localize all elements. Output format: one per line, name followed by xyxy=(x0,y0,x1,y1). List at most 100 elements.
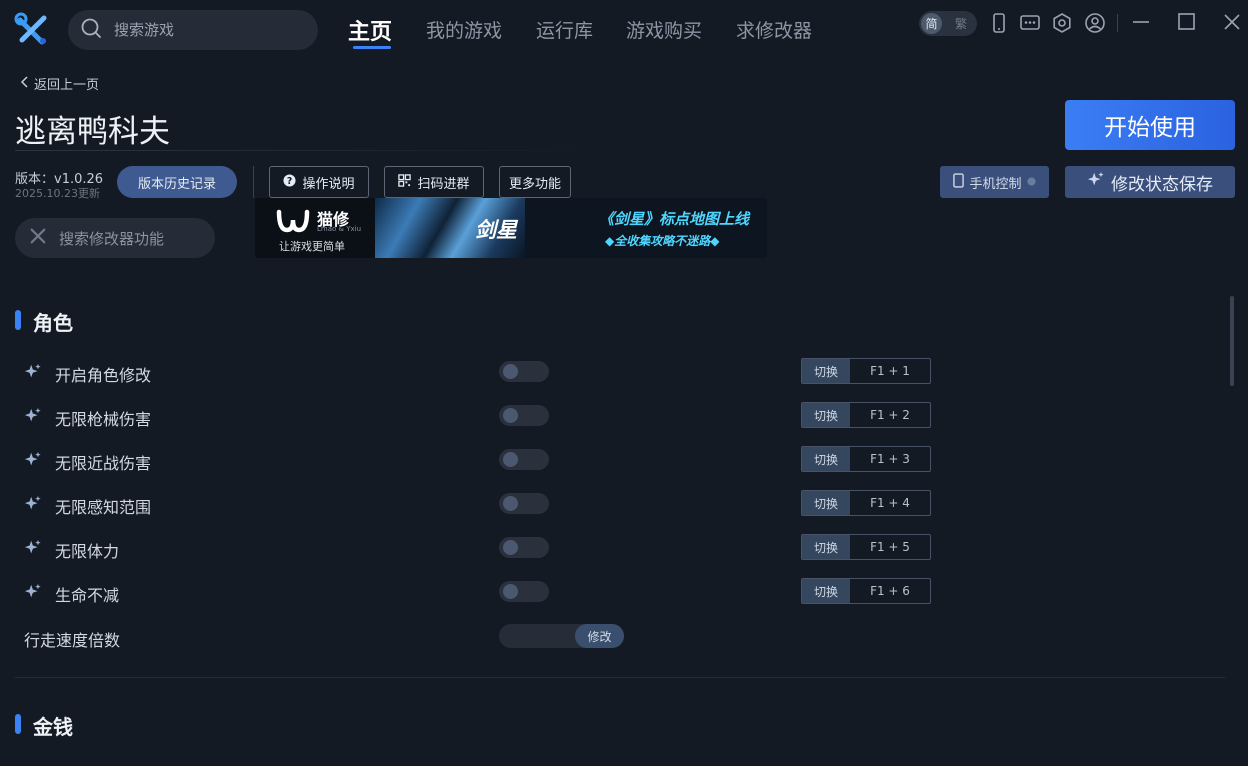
qr-group-label: 扫码进群 xyxy=(417,176,470,192)
cheat-label: 生命不减 xyxy=(55,586,120,605)
phone-control-label: 手机控制 xyxy=(969,176,1022,192)
cheat-toggle[interactable] xyxy=(499,493,549,514)
cheat-toggle[interactable] xyxy=(499,405,549,426)
toolbar-separator xyxy=(1117,14,1118,32)
header-separator xyxy=(253,166,254,198)
guide-button[interactable]: ? 操作说明 xyxy=(269,166,369,198)
hotkey-group: 切换 F1 + 3 xyxy=(801,446,931,472)
cheat-row: 生命不减 切换 F1 + 6 xyxy=(24,578,934,606)
sparkle-icon xyxy=(24,363,42,381)
sparkle-icon xyxy=(24,583,42,601)
sparkle-icon xyxy=(24,495,42,513)
back-label: 返回上一页 xyxy=(34,78,100,93)
active-tab-indicator xyxy=(353,46,391,49)
toggle-knob xyxy=(503,540,518,555)
hotkey-value[interactable]: F1 + 2 xyxy=(850,403,930,427)
scrollbar[interactable] xyxy=(1230,296,1234,386)
sparkle-icon xyxy=(1087,171,1105,194)
hotkey-switch-button[interactable]: 切换 xyxy=(802,359,850,383)
tab-my-games[interactable]: 我的游戏 xyxy=(426,16,502,43)
language-toggle[interactable]: 简 繁 xyxy=(919,11,977,36)
ad-game-logo: 剑星 xyxy=(475,218,517,242)
cheat-row: 无限感知范围 切换 F1 + 4 xyxy=(24,490,934,518)
cheat-row: 开启角色修改 切换 F1 + 1 xyxy=(24,358,934,386)
hotkey-value[interactable]: F1 + 3 xyxy=(850,447,930,471)
lang-traditional[interactable]: 繁 xyxy=(955,15,967,32)
cheat-label: 无限体力 xyxy=(55,542,120,561)
toggle-knob xyxy=(503,496,518,511)
chevron-left-icon xyxy=(20,75,30,93)
toggle-knob xyxy=(503,452,518,467)
phone-control-button[interactable]: 手机控制 xyxy=(940,166,1049,198)
trainer-search-placeholder[interactable]: 搜索修改器功能 xyxy=(59,228,164,249)
ad-brand-sub: Lmao & Yxiu xyxy=(317,225,361,233)
hotkey-switch-button[interactable]: 切换 xyxy=(802,403,850,427)
search-icon xyxy=(80,17,102,43)
cheat-label: 无限感知范围 xyxy=(55,498,152,517)
minimize-icon[interactable] xyxy=(1130,12,1152,34)
user-icon[interactable] xyxy=(1084,12,1106,34)
ad-banner[interactable]: 猫修 Lmao & Yxiu 让游戏更简单 剑星 《剑星》标点地图上线 ◆全收集… xyxy=(255,198,767,258)
toggle-knob xyxy=(503,364,518,379)
game-search[interactable] xyxy=(68,10,318,50)
lang-simplified[interactable]: 简 xyxy=(921,13,942,34)
hotkey-switch-button[interactable]: 切换 xyxy=(802,579,850,603)
hotkey-value[interactable]: F1 + 4 xyxy=(850,491,930,515)
cheat-label: 无限近战伤害 xyxy=(55,454,152,473)
update-date: 2025.10.23更新 xyxy=(15,187,100,200)
cheat-label: 无限枪械伤害 xyxy=(55,410,152,429)
cheat-toggle[interactable] xyxy=(499,361,549,382)
qr-group-button[interactable]: 扫码进群 xyxy=(384,166,484,198)
settings-icon[interactable] xyxy=(1051,12,1073,34)
game-title: 逃离鸭科夫 xyxy=(15,114,170,150)
app-logo xyxy=(14,12,50,48)
section-divider xyxy=(15,677,1225,678)
hotkey-value[interactable]: F1 + 1 xyxy=(850,359,930,383)
sparkle-icon xyxy=(24,407,42,425)
version-history-button[interactable]: 版本历史记录 xyxy=(117,166,237,198)
start-button[interactable]: 开始使用 xyxy=(1065,100,1235,150)
toggle-knob xyxy=(503,408,518,423)
maximize-icon[interactable] xyxy=(1175,12,1197,34)
hotkey-value[interactable]: F1 + 6 xyxy=(850,579,930,603)
help-icon: ? xyxy=(283,173,297,191)
chat-icon[interactable] xyxy=(1019,12,1041,34)
ad-subline: ◆全收集攻略不迷路◆ xyxy=(605,234,720,248)
cheat-toggle[interactable] xyxy=(499,537,549,558)
section-title-money: 金钱 xyxy=(33,715,73,739)
trainer-search[interactable]: 搜索修改器功能 xyxy=(15,218,215,258)
tab-request-trainer[interactable]: 求修改器 xyxy=(736,16,812,43)
tab-home[interactable]: 主页 xyxy=(348,14,392,46)
hotkey-group: 切换 F1 + 1 xyxy=(801,358,931,384)
sparkle-icon xyxy=(24,451,42,469)
save-state-button[interactable]: 修改状态保存 xyxy=(1065,166,1235,198)
close-icon[interactable] xyxy=(1221,12,1243,34)
phone-icon[interactable] xyxy=(988,12,1010,34)
cheat-label: 开启角色修改 xyxy=(55,366,152,385)
section-accent xyxy=(15,714,21,734)
hotkey-value[interactable]: F1 + 5 xyxy=(850,535,930,559)
cheat-toggle[interactable] xyxy=(499,581,549,602)
wrench-icon xyxy=(29,227,47,249)
cheat-row: 无限体力 切换 F1 + 5 xyxy=(24,534,934,562)
section-title-character: 角色 xyxy=(33,311,73,335)
hotkey-group: 切换 F1 + 6 xyxy=(801,578,931,604)
hotkey-group: 切换 F1 + 4 xyxy=(801,490,931,516)
guide-label: 操作说明 xyxy=(302,176,355,192)
tab-game-purchase[interactable]: 游戏购买 xyxy=(626,16,702,43)
tab-runtime-library[interactable]: 运行库 xyxy=(536,16,593,43)
search-input[interactable] xyxy=(114,21,294,39)
hotkey-switch-button[interactable]: 切换 xyxy=(802,491,850,515)
hotkey-switch-button[interactable]: 切换 xyxy=(802,447,850,471)
qr-code-icon xyxy=(398,173,412,191)
more-features-button[interactable]: 更多功能 xyxy=(499,166,571,198)
hotkey-switch-button[interactable]: 切换 xyxy=(802,535,850,559)
svg-text:?: ? xyxy=(287,175,292,186)
mobile-icon xyxy=(953,172,965,192)
hotkey-group: 切换 F1 + 2 xyxy=(801,402,931,428)
section-accent xyxy=(15,310,21,330)
cheat-row: 无限枪械伤害 切换 F1 + 2 xyxy=(24,402,934,430)
walk-speed-apply-button[interactable]: 修改 xyxy=(575,624,624,648)
cheat-toggle[interactable] xyxy=(499,449,549,470)
back-link[interactable]: 返回上一页 xyxy=(20,74,99,93)
